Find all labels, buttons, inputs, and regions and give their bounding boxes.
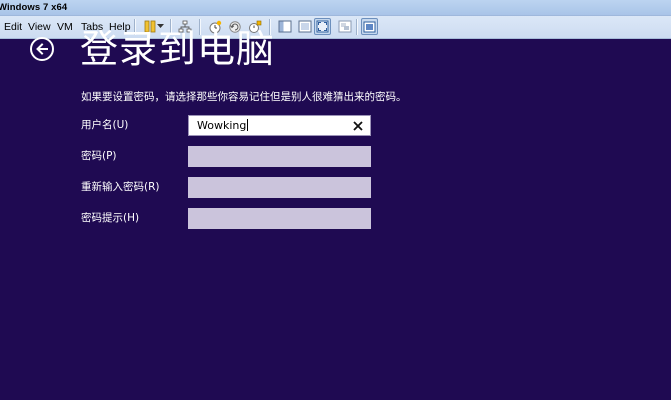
unity-icon <box>338 20 351 33</box>
confirm-password-field[interactable] <box>188 177 371 198</box>
vm-title-bar: Windows 7 x64 <box>0 0 671 16</box>
page-description: 如果要设置密码，请选择那些你容易记住但是别人很难猜出来的密码。 <box>81 91 407 103</box>
confirm-password-label: 重新输入密码(R) <box>81 181 160 193</box>
thumbnail-icon <box>363 21 376 32</box>
text-caret <box>247 119 249 131</box>
username-label: 用户名(U) <box>81 119 129 131</box>
setup-screen: 登录到电脑 如果要设置密码，请选择那些你容易记住但是别人很难猜出来的密码。 用户… <box>0 27 671 400</box>
menu-vm[interactable]: VM <box>57 21 73 33</box>
close-icon <box>353 121 363 131</box>
password-label: 密码(P) <box>81 150 117 162</box>
window-title: Windows 7 x64 <box>0 2 68 13</box>
toolbar-separator <box>356 19 357 35</box>
menu-view-label: View <box>28 21 51 33</box>
menu-edit-label: Edit <box>4 21 23 33</box>
page-title: 登录到电脑 <box>80 27 276 71</box>
menu-vm-label: VM <box>57 21 73 33</box>
password-hint-label: 密码提示(H) <box>81 212 140 224</box>
back-button[interactable] <box>30 37 54 61</box>
username-text: Wowking <box>197 119 247 132</box>
back-arrow-icon <box>36 43 48 55</box>
password-hint-field[interactable] <box>188 208 371 229</box>
fullscreen-icon <box>316 20 329 33</box>
clear-button[interactable] <box>351 119 365 133</box>
show-library-icon <box>278 20 291 33</box>
show-library-button[interactable] <box>276 18 293 35</box>
thumbnail-button[interactable] <box>361 18 378 35</box>
menu-view[interactable]: View <box>28 21 51 33</box>
console-view-button[interactable] <box>296 18 313 35</box>
menu-edit[interactable]: Edit <box>4 21 22 33</box>
username-field[interactable]: Wowking <box>188 115 371 136</box>
console-view-icon <box>298 20 311 33</box>
password-field[interactable] <box>188 146 371 167</box>
unity-button[interactable] <box>336 18 353 35</box>
username-value: Wowking <box>197 119 249 133</box>
fullscreen-button[interactable] <box>314 18 331 35</box>
